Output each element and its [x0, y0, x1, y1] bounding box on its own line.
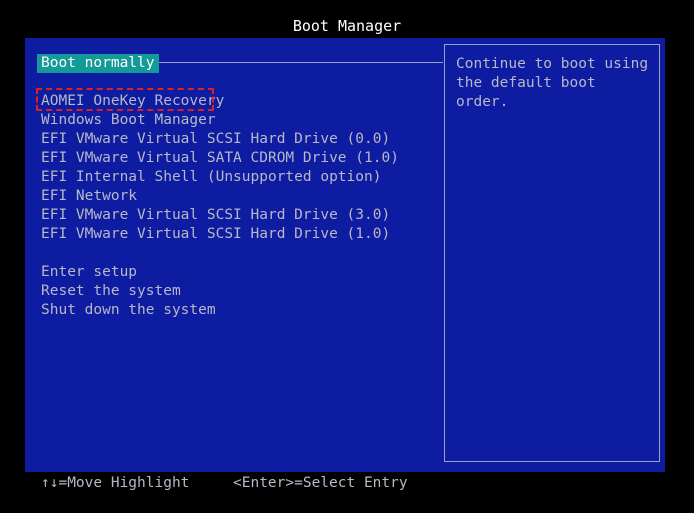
action-enter-setup[interactable]: Enter setup — [39, 263, 139, 282]
help-pane: Continue to boot using the default boot … — [444, 44, 660, 462]
action-reset-system[interactable]: Reset the system — [39, 282, 183, 301]
boot-manager-panel: Boot normally AOMEI OneKey Recovery Wind… — [25, 38, 665, 472]
boot-entry-efi-network[interactable]: EFI Network — [39, 187, 139, 206]
annotation-highlight-box — [36, 88, 214, 111]
select-entry-hint: <Enter>=Select Entry — [233, 475, 408, 491]
help-text: Continue to boot using the default boot … — [456, 56, 649, 110]
boot-entry-scsi-0-0[interactable]: EFI VMware Virtual SCSI Hard Drive (0.0) — [39, 130, 392, 149]
boot-entry-scsi-3-0[interactable]: EFI VMware Virtual SCSI Hard Drive (3.0) — [39, 206, 392, 225]
footer-hint-bar: ↑↓=Move Highlight <Enter>=Select Entry — [0, 472, 694, 497]
boot-entries-pane: Boot normally AOMEI OneKey Recovery Wind… — [25, 38, 443, 472]
boot-entry-sata-cdrom-1-0[interactable]: EFI VMware Virtual SATA CDROM Drive (1.0… — [39, 149, 401, 168]
boot-entry-internal-shell[interactable]: EFI Internal Shell (Unsupported option) — [39, 168, 383, 187]
boot-entry-windows-boot-manager[interactable]: Windows Boot Manager — [39, 111, 218, 130]
boot-manager-title: Boot Manager — [292, 17, 402, 35]
separator-line — [153, 62, 443, 63]
boot-entry-scsi-1-0[interactable]: EFI VMware Virtual SCSI Hard Drive (1.0) — [39, 225, 392, 244]
action-shut-down[interactable]: Shut down the system — [39, 301, 218, 320]
move-highlight-hint: ↑↓=Move Highlight — [41, 475, 190, 491]
boot-entry-boot-normally[interactable]: Boot normally — [37, 54, 159, 73]
